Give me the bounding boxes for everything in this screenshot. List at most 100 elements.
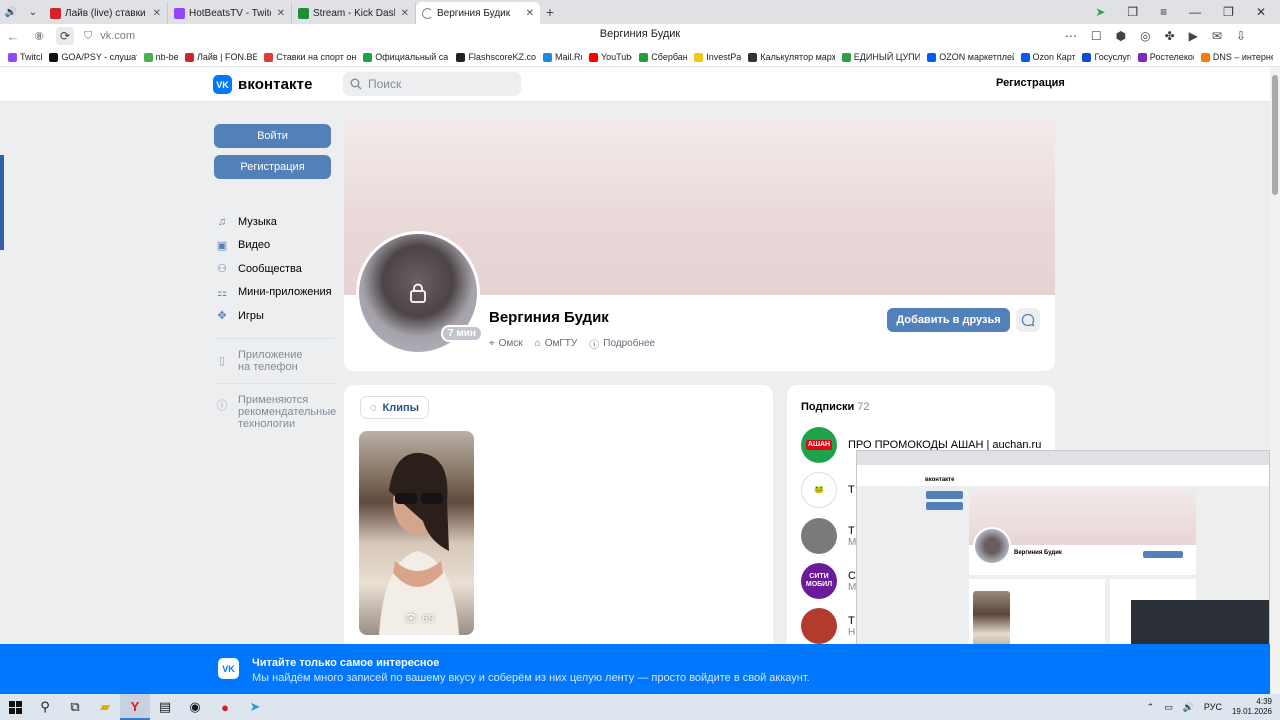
clips-icon: ◌ bbox=[370, 401, 377, 414]
bookmark-item[interactable]: GOA/PSY - слушать bbox=[49, 52, 137, 62]
profile-name: Вергиния Будик bbox=[489, 309, 609, 326]
bookmark-item[interactable]: OZON маркетплейс bbox=[927, 52, 1014, 62]
more-icon[interactable]: ⋯ bbox=[1065, 29, 1077, 43]
clock[interactable]: 4:39 19.01.2026 bbox=[1232, 697, 1272, 717]
sidebar-item-mini-apps[interactable]: ⚏ Мини-приложения bbox=[214, 281, 336, 305]
close-window-icon[interactable]: ✕ bbox=[1256, 5, 1266, 19]
scrollbar-thumb[interactable] bbox=[1272, 75, 1278, 195]
sidebar-item-music[interactable]: ♫ Музыка bbox=[214, 210, 336, 234]
register-button[interactable]: Регистрация bbox=[214, 155, 331, 179]
bookmark-item[interactable]: DNS – интернет bbox=[1200, 52, 1273, 62]
bookmark-item[interactable]: Госуслуги bbox=[1082, 52, 1131, 62]
tray-chevron-icon[interactable]: ⌃ bbox=[1147, 702, 1155, 713]
bookmark-item[interactable]: Официальный сайт bbox=[363, 52, 449, 62]
add-friend-button[interactable]: Добавить в друзья bbox=[887, 308, 1010, 332]
login-button[interactable]: Войти bbox=[214, 124, 331, 148]
play-icon[interactable]: ▶ bbox=[1189, 29, 1198, 43]
sidebar-item-video[interactable]: ▣ Видео bbox=[214, 234, 336, 258]
subscription-item[interactable]: 🐸 Т bbox=[801, 472, 855, 508]
url-field[interactable]: ⛉ vk.com bbox=[84, 30, 135, 43]
bookmark-item[interactable]: Сбербанк bbox=[639, 52, 687, 62]
yandex-browser-icon[interactable]: Y bbox=[120, 694, 150, 720]
globe-icon[interactable]: ◎ bbox=[1140, 29, 1150, 43]
search-box[interactable] bbox=[343, 72, 521, 96]
menu-icon[interactable]: ≡ bbox=[1160, 5, 1167, 19]
browser-tab-twitch[interactable]: HotBeatsTV - Twitch ✕ bbox=[168, 2, 292, 24]
task-view-icon[interactable]: ⧉ bbox=[60, 694, 90, 720]
bookmark-item[interactable]: FlashscoreKZ.com bbox=[456, 52, 536, 62]
bookmark-item[interactable]: YouTube bbox=[588, 52, 632, 62]
bookmark-item[interactable]: nb-bet bbox=[143, 52, 178, 62]
message-button[interactable] bbox=[1016, 308, 1040, 332]
language-indicator[interactable]: РУС bbox=[1204, 702, 1222, 712]
bookmark-item[interactable]: InvestPay bbox=[694, 52, 741, 62]
promo-banner[interactable]: VK Читайте только самое интересное Мы на… bbox=[0, 644, 1270, 694]
extensions-icon[interactable]: ✤ bbox=[1165, 29, 1175, 43]
close-tab-icon[interactable]: ✕ bbox=[526, 8, 534, 19]
steam-icon[interactable]: ◉ bbox=[180, 694, 210, 720]
subscriptions-title: Подписки bbox=[801, 401, 855, 413]
bookmark-item[interactable]: ЕДИНЫЙ ЦУПИС bbox=[841, 52, 920, 62]
browser-tab-kick[interactable]: Stream - Kick Dashboard ✕ bbox=[292, 2, 416, 24]
bookmark-item[interactable]: Mail.Ru bbox=[543, 52, 582, 62]
sidebar-item-games[interactable]: ✥ Игры bbox=[214, 304, 336, 328]
download-icon[interactable]: ⇩ bbox=[1236, 29, 1246, 43]
subscription-item[interactable]: ТМ bbox=[801, 518, 856, 554]
vk-logo[interactable]: VK вконтакте bbox=[213, 75, 313, 94]
subscription-item[interactable]: СИТИ МОБИЛ СМ bbox=[801, 563, 856, 599]
sidebar-rec-text: Применяются рекомендательные технологии bbox=[238, 394, 336, 430]
subscriptions-count: 72 bbox=[857, 401, 870, 413]
bookmark-item[interactable]: Twitch bbox=[8, 52, 42, 62]
network-icon[interactable]: ▭ bbox=[1164, 702, 1173, 713]
sidebar-app-link[interactable]: ▯ Приложение на телефон bbox=[214, 349, 336, 373]
back-icon[interactable]: ← bbox=[0, 24, 26, 48]
vk-logo-icon: VK bbox=[218, 658, 239, 679]
sidebar-rec-note[interactable]: ⓘ Применяются рекомендательные технологии bbox=[214, 394, 337, 430]
windows-start-icon[interactable] bbox=[0, 694, 30, 720]
yandex-id-icon[interactable]: ⑧ bbox=[26, 24, 52, 48]
taskbar: ⚲ ⧉ ▰ Y ▤ ◉ ● ➤ ⌃ ▭ 🔊 РУС 4:39 19.01.202… bbox=[0, 694, 1280, 720]
tab-title: Вергиния Будик bbox=[437, 7, 511, 19]
close-tab-icon[interactable]: ✕ bbox=[153, 8, 161, 19]
calculator-icon[interactable]: ▤ bbox=[150, 694, 180, 720]
maximize-icon[interactable]: ❐ bbox=[1223, 5, 1234, 19]
bookmark-item[interactable]: Лайв | FON.BET bbox=[184, 52, 257, 62]
search-input[interactable] bbox=[368, 77, 508, 91]
site-info-icon[interactable]: ⛉ bbox=[84, 30, 92, 43]
subscription-item[interactable]: ТН bbox=[801, 608, 855, 644]
close-tab-icon[interactable]: ✕ bbox=[277, 8, 285, 19]
profile-more-link[interactable]: ⓘ Подробнее bbox=[589, 336, 655, 351]
sidebar-item-communities[interactable]: ⚇ Сообщества bbox=[214, 257, 336, 281]
obs-icon[interactable]: ● bbox=[210, 694, 240, 720]
new-tab-button[interactable]: + bbox=[540, 4, 560, 20]
subscriptions-header[interactable]: Подписки 72 bbox=[801, 401, 870, 413]
bookmark-item[interactable]: Ставки на спорт онлайн bbox=[264, 52, 356, 62]
bookmark-label: Сбербанк bbox=[651, 52, 687, 62]
search-icon[interactable]: ⚲ bbox=[30, 694, 60, 720]
extension-icon[interactable]: ➤ bbox=[1095, 5, 1105, 19]
chat-icon[interactable]: ✉ bbox=[1212, 29, 1222, 43]
speaker-icon[interactable]: 🔊 bbox=[0, 0, 22, 24]
minimize-icon[interactable]: — bbox=[1189, 5, 1201, 19]
page-scrollbar[interactable] bbox=[1270, 67, 1280, 694]
reload-icon[interactable]: ⟳ bbox=[56, 27, 74, 45]
file-explorer-icon[interactable]: ▰ bbox=[90, 694, 120, 720]
collections-icon[interactable]: ❐ bbox=[1127, 5, 1138, 19]
tab-list-chevron-icon[interactable]: ⌄ bbox=[22, 0, 44, 24]
bookmark-item[interactable]: Ростелеком bbox=[1137, 52, 1194, 62]
browser-tab-fonbet[interactable]: Лайв (live) ставки на Хоккей ✕ bbox=[44, 2, 168, 24]
tab-title: HotBeatsTV - Twitch bbox=[189, 7, 271, 19]
volume-icon[interactable]: 🔊 bbox=[1183, 702, 1194, 713]
clip-thumbnail[interactable] bbox=[359, 431, 474, 635]
pip-login-button bbox=[926, 491, 963, 499]
header-register-link[interactable]: Регистрация bbox=[996, 77, 1065, 89]
bookmark-item[interactable]: Калькулятор маржи bbox=[748, 52, 835, 62]
close-tab-icon[interactable]: ✕ bbox=[401, 8, 409, 19]
extension-puzzle-icon[interactable]: ⬢ bbox=[1116, 29, 1126, 43]
telegram-icon[interactable]: ➤ bbox=[240, 694, 270, 720]
browser-tab-vk[interactable]: Вергиния Будик ✕ bbox=[416, 2, 540, 24]
bookmarks-bar: Twitch GOA/PSY - слушать nb-bet Лайв | F… bbox=[0, 48, 1280, 67]
clips-tab[interactable]: ◌ Клипы bbox=[360, 396, 430, 419]
bookmark-item[interactable]: Ozon Карта bbox=[1020, 52, 1075, 62]
bookmark-icon[interactable]: ☐ bbox=[1091, 29, 1102, 43]
